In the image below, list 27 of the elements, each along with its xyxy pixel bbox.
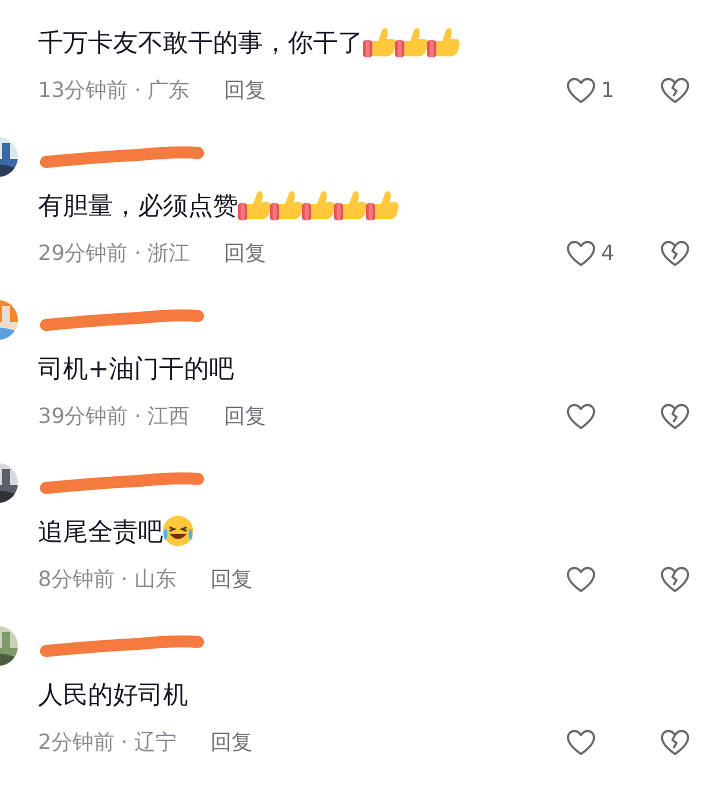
dislike-icon[interactable] — [659, 401, 691, 431]
reply-button[interactable]: 回复 — [210, 565, 252, 593]
comment-text: 追尾全责吧 — [38, 516, 163, 548]
like-icon[interactable] — [565, 564, 597, 594]
comment-text: 千万卡友不敢干的事，你干了 — [38, 26, 363, 58]
comment-text: 有胆量，必须点赞 — [38, 190, 238, 222]
comment-text: 司机+油门干的吧 — [38, 352, 234, 384]
like-icon[interactable] — [565, 727, 597, 757]
comment-text: 人民的好司机 — [38, 678, 188, 710]
like-icon[interactable] — [565, 401, 597, 431]
dislike-icon[interactable] — [659, 75, 691, 105]
like-count: 4 — [601, 241, 614, 265]
dislike-icon[interactable] — [659, 564, 691, 594]
reply-button[interactable]: 回复 — [224, 76, 266, 104]
reply-button[interactable]: 回复 — [224, 402, 266, 430]
comment-meta: 29分钟前 · 浙江 — [38, 240, 190, 267]
comment-meta: 8分钟前 · 山东 — [38, 566, 176, 593]
reply-button[interactable]: 回复 — [224, 239, 266, 267]
dislike-icon[interactable] — [659, 238, 691, 268]
like-count: 1 — [601, 78, 614, 102]
comment-meta: 13分钟前 · 广东 — [38, 77, 190, 104]
comment-meta: 39分钟前 · 江西 — [38, 403, 190, 430]
comment-meta: 2分钟前 · 辽宁 — [38, 729, 176, 756]
like-icon[interactable] — [565, 75, 597, 105]
like-icon[interactable] — [565, 238, 597, 268]
reply-button[interactable]: 回复 — [210, 728, 252, 756]
dislike-icon[interactable] — [659, 727, 691, 757]
